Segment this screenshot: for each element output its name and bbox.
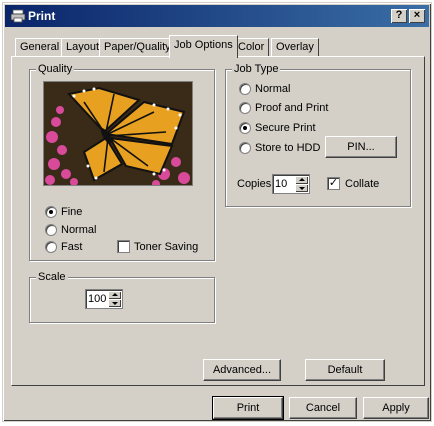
copies-value: 10: [275, 178, 288, 190]
collate-checkbox[interactable]: ✓: [327, 177, 340, 190]
quality-normal-radio[interactable]: [45, 224, 57, 236]
scale-up-arrow-icon[interactable]: [108, 291, 121, 299]
help-button[interactable]: ?: [391, 9, 407, 23]
copies-up-arrow-icon[interactable]: [295, 176, 308, 184]
collate-label: Collate: [345, 178, 380, 190]
close-button[interactable]: ×: [409, 9, 425, 23]
butterfly-preview-image: [43, 81, 193, 186]
scale-spinner[interactable]: 100: [85, 289, 123, 309]
tab-layout[interactable]: Layout: [61, 38, 105, 56]
quality-legend: Quality: [36, 63, 75, 75]
default-button[interactable]: Default: [305, 359, 385, 381]
title-bar[interactable]: Print ? ×: [5, 5, 429, 27]
quality-fast-label: Fast: [61, 241, 83, 253]
butterfly-image: [44, 82, 192, 185]
advanced-button[interactable]: Advanced...: [203, 359, 281, 381]
pin-button[interactable]: PIN...: [325, 136, 397, 158]
tab-color[interactable]: Color: [233, 38, 270, 56]
scale-legend: Scale: [36, 271, 68, 283]
tab-general[interactable]: General: [15, 38, 65, 56]
tab-strip: General Layout Paper/Quality Job Options…: [13, 35, 433, 58]
tab-paper-quality[interactable]: Paper/Quality: [99, 38, 176, 56]
scale-value: 100: [88, 293, 107, 305]
job-store-hdd-radio[interactable]: [239, 142, 251, 154]
tab-overlay[interactable]: Overlay: [271, 38, 319, 56]
quality-normal-label: Normal: [61, 224, 97, 236]
print-dialog: Print ? × General Layout Paper/Quality J…: [2, 2, 432, 422]
window-title: Print: [28, 9, 56, 23]
quality-fine-label: Fine: [61, 206, 83, 218]
copies-down-arrow-icon[interactable]: [295, 184, 308, 192]
job-normal-radio[interactable]: [239, 83, 251, 95]
toner-saving-label: Toner Saving: [134, 241, 199, 253]
quality-fine-radio[interactable]: [45, 206, 57, 218]
tab-job-options[interactable]: Job Options: [169, 35, 238, 58]
copies-spinner[interactable]: 10: [272, 174, 310, 194]
cancel-button[interactable]: Cancel: [289, 397, 357, 419]
job-store-hdd-label: Store to HDD: [255, 142, 321, 154]
job-proof-radio[interactable]: [239, 102, 251, 114]
print-button[interactable]: Print: [212, 396, 284, 420]
job-proof-label: Proof and Print: [255, 102, 329, 114]
toner-saving-checkbox[interactable]: [117, 240, 130, 253]
quality-fast-radio[interactable]: [45, 241, 57, 253]
apply-button[interactable]: Apply: [363, 397, 429, 419]
copies-label: Copies: [237, 178, 272, 190]
printer-icon: [10, 9, 26, 23]
job-type-legend: Job Type: [232, 63, 281, 75]
job-normal-label: Normal: [255, 83, 291, 95]
scale-down-arrow-icon[interactable]: [108, 299, 121, 307]
job-secure-label: Secure Print: [255, 122, 316, 134]
job-secure-radio[interactable]: [239, 122, 251, 134]
